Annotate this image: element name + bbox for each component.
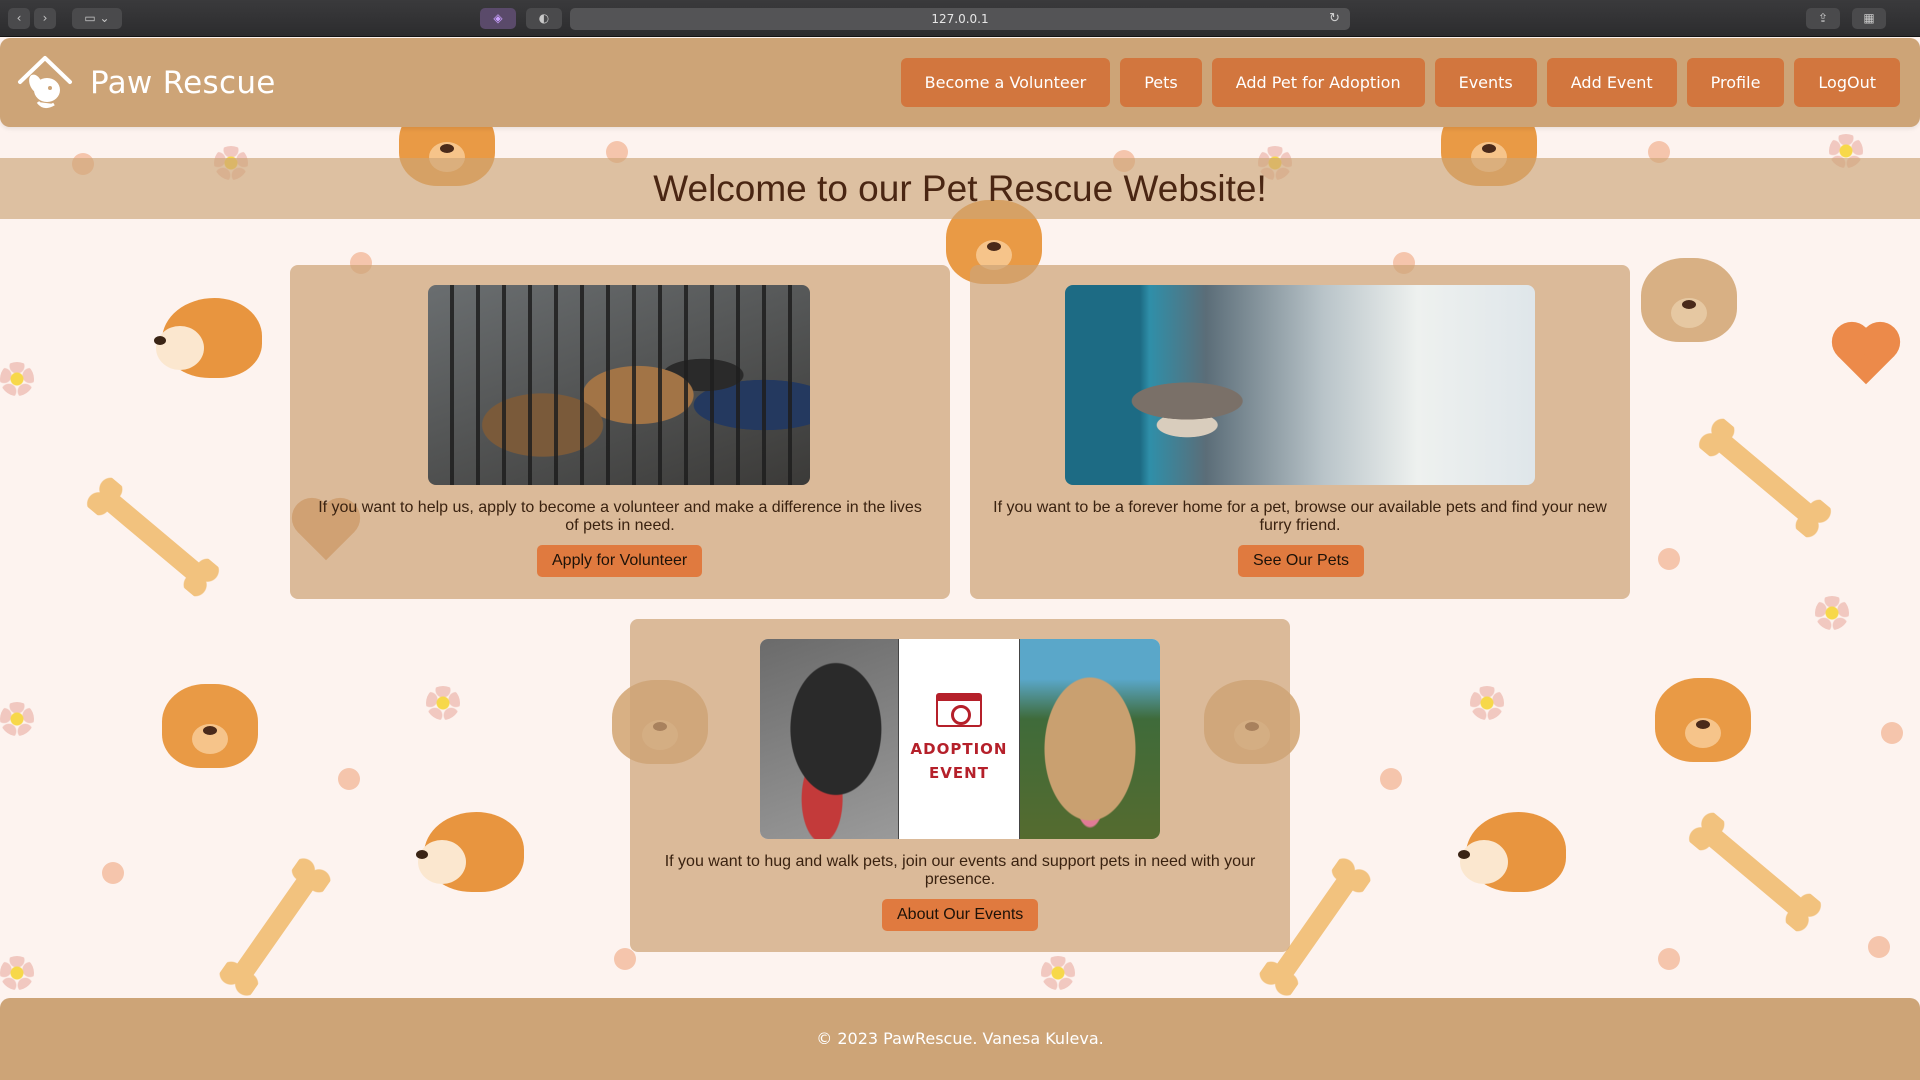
paw-dot-decoration	[1658, 548, 1680, 570]
flower-decoration	[1041, 956, 1075, 990]
nav-add-pet-button[interactable]: Add Pet for Adoption	[1211, 58, 1425, 107]
nav-links: Become a Volunteer Pets Add Pet for Adop…	[900, 58, 1900, 107]
pets-card-text: If you want to be a forever home for a p…	[993, 499, 1607, 534]
footer-copyright: © 2023 PawRescue. Vanesa Kuleva.	[816, 1029, 1104, 1048]
share-icon[interactable]: ⇪	[1806, 8, 1840, 29]
events-photo: ADOPTION EVENT	[760, 639, 1160, 839]
bone-decoration	[1698, 822, 1812, 922]
forward-icon[interactable]: ›	[34, 8, 56, 29]
puppy-face-decoration	[154, 298, 262, 378]
brand[interactable]: Paw Rescue	[14, 52, 276, 114]
puppy-face-decoration	[416, 812, 524, 892]
nav-events-button[interactable]: Events	[1434, 58, 1537, 107]
see-our-pets-button[interactable]: See Our Pets	[1238, 545, 1365, 577]
volunteer-card-text: If you want to help us, apply to become …	[318, 499, 922, 534]
adoption-event-label: ADOPTION EVENT	[910, 740, 1008, 782]
shield-icon[interactable]: ◈	[480, 8, 516, 29]
about-our-events-button[interactable]: About Our Events	[882, 899, 1039, 931]
heart-decoration	[1837, 327, 1895, 385]
flower-decoration	[0, 702, 34, 736]
adoption-event-graphic: ADOPTION EVENT	[898, 639, 1020, 839]
apply-volunteer-button[interactable]: Apply for Volunteer	[537, 545, 703, 577]
bone-decoration	[1708, 428, 1822, 528]
page-title: Welcome to our Pet Rescue Website!	[653, 168, 1267, 209]
flower-decoration	[426, 686, 460, 720]
pets-card: If you want to be a forever home for a p…	[970, 265, 1630, 599]
dog-face-decoration	[1641, 258, 1737, 342]
puppy-face-decoration	[1458, 812, 1566, 892]
paw-dot-decoration	[1881, 722, 1903, 744]
pets-photo	[1065, 285, 1535, 485]
flower-decoration	[1815, 596, 1849, 630]
privacy-icon[interactable]: ◐	[526, 8, 562, 29]
calendar-icon	[936, 693, 982, 727]
paw-dot-decoration	[1868, 936, 1890, 958]
dog-face-decoration	[1655, 678, 1751, 762]
dog-face-decoration	[162, 684, 258, 768]
paw-dot-decoration	[338, 768, 360, 790]
nav-become-volunteer-button[interactable]: Become a Volunteer	[900, 58, 1111, 107]
volunteer-photo	[428, 285, 810, 485]
reload-icon[interactable]: ↻	[1329, 8, 1340, 30]
bone-decoration	[229, 868, 321, 986]
flower-decoration	[0, 956, 34, 990]
puppy-photo	[760, 639, 898, 839]
welcome-banner: Welcome to our Pet Rescue Website!	[0, 158, 1920, 219]
volunteer-card: If you want to help us, apply to become …	[290, 265, 950, 599]
paw-dot-decoration	[1380, 768, 1402, 790]
address-text: 127.0.0.1	[931, 12, 989, 26]
nav-add-event-button[interactable]: Add Event	[1546, 58, 1677, 107]
events-card-text: If you want to hug and walk pets, join o…	[664, 853, 1256, 888]
events-card: ADOPTION EVENT If you want to hug and wal…	[630, 619, 1290, 952]
back-icon[interactable]: ‹	[8, 8, 30, 29]
happy-dog-photo	[1020, 639, 1160, 839]
sidebar-toggle-icon[interactable]: ▭ ⌄	[72, 8, 122, 29]
flower-decoration	[0, 362, 34, 396]
top-navbar: Paw Rescue Become a Volunteer Pets Add P…	[0, 38, 1920, 127]
nav-logout-button[interactable]: LogOut	[1794, 58, 1900, 107]
nav-profile-button[interactable]: Profile	[1686, 58, 1785, 107]
paw-dot-decoration	[1658, 948, 1680, 970]
bone-decoration	[96, 487, 210, 587]
paw-dot-decoration	[614, 948, 636, 970]
browser-toolbar: ‹ › ▭ ⌄ ◈ ◐ 127.0.0.1 ↻ ⇪ ▦	[0, 0, 1920, 37]
brand-name: Paw Rescue	[90, 65, 276, 101]
flower-decoration	[1470, 686, 1504, 720]
paw-dot-decoration	[102, 862, 124, 884]
paw-rescue-logo-icon	[18, 56, 72, 109]
address-bar[interactable]: 127.0.0.1 ↻	[570, 8, 1350, 30]
tabs-overview-icon[interactable]: ▦	[1852, 8, 1886, 29]
footer: © 2023 PawRescue. Vanesa Kuleva.	[0, 998, 1920, 1080]
nav-pets-button[interactable]: Pets	[1120, 58, 1202, 107]
